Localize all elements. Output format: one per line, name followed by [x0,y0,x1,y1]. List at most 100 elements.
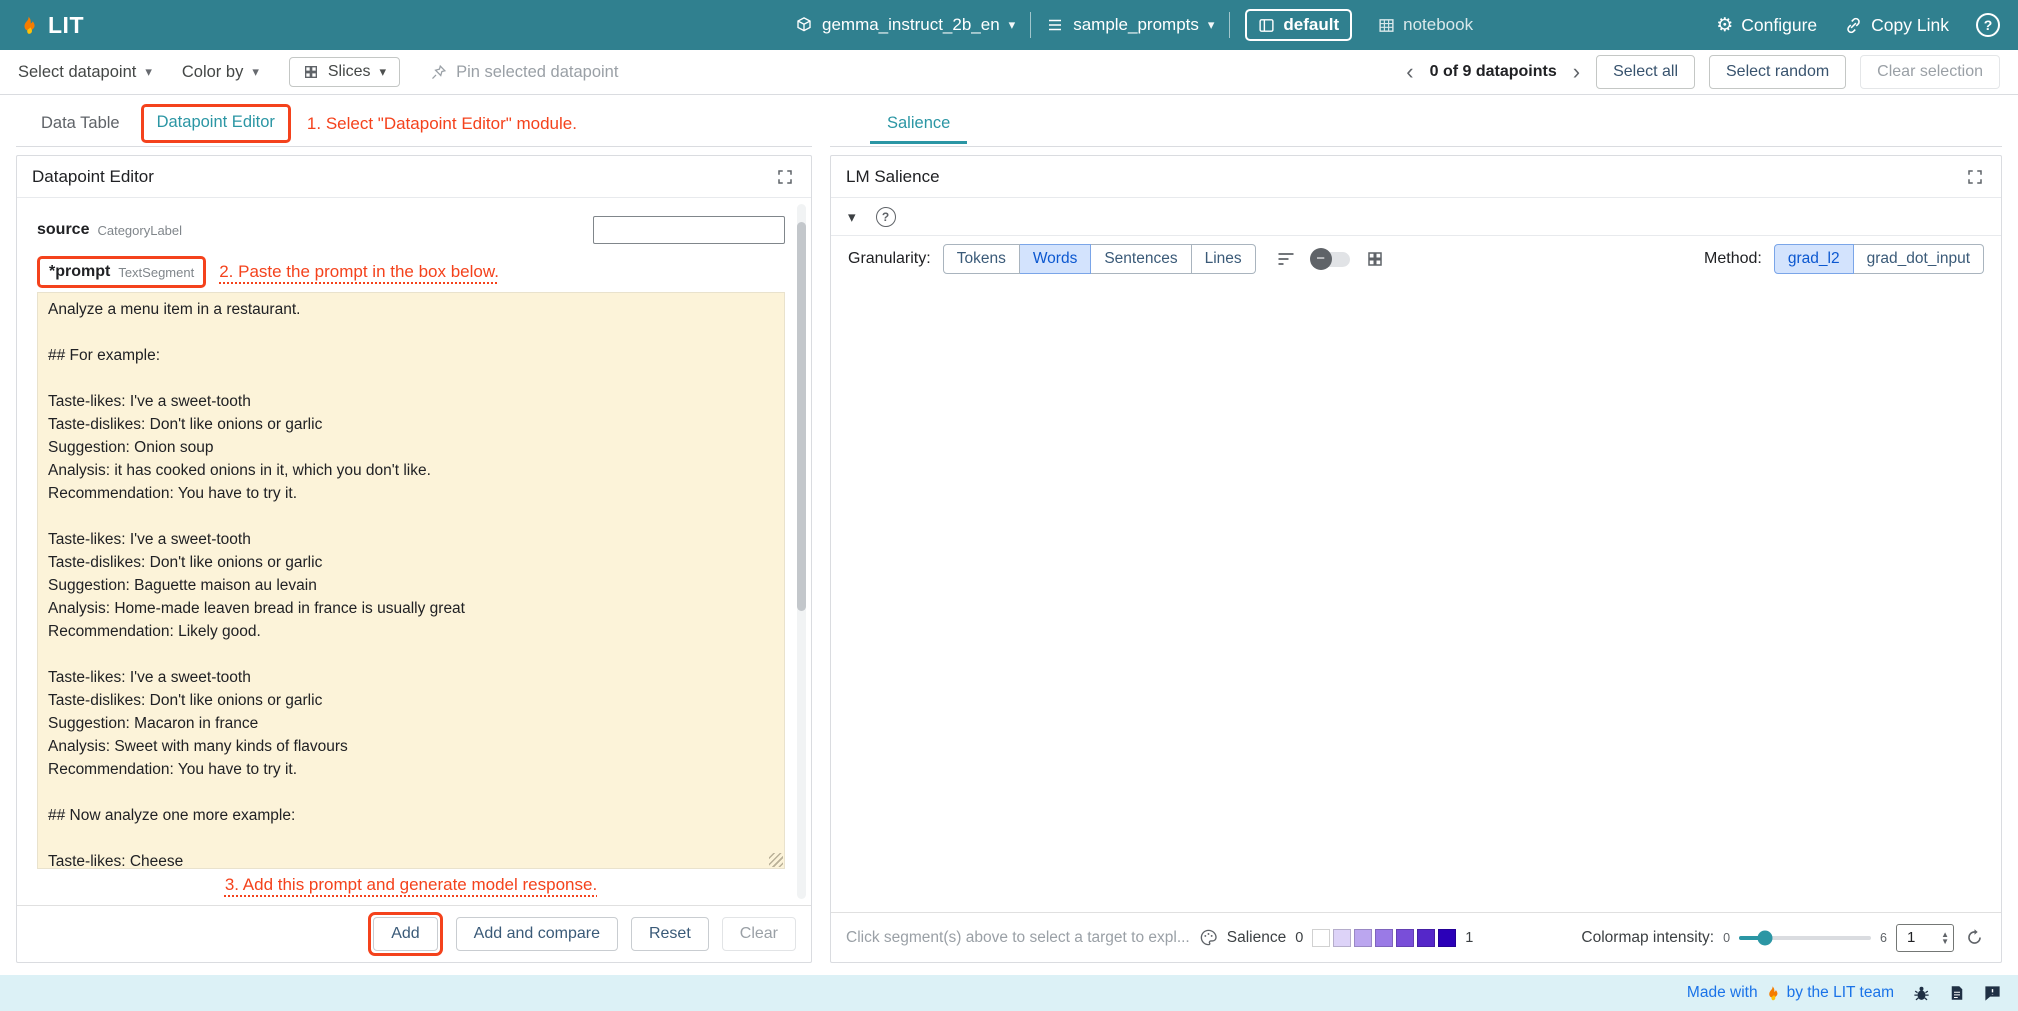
panel-splitter[interactable] [818,101,824,975]
granularity-lines-button[interactable]: Lines [1192,244,1256,274]
granularity-sentences-button[interactable]: Sentences [1091,244,1191,274]
help-button[interactable]: ? [1976,13,2000,37]
layout-default-button[interactable]: default [1245,9,1352,41]
document-icon [1948,984,1966,1002]
refresh-icon [1965,928,1984,947]
fullscreen-icon [1966,168,1984,186]
top-bar-right: ⚙ Configure Copy Link ? [1716,13,2000,37]
add-and-compare-button[interactable]: Add and compare [456,917,618,951]
granularity-label: Granularity: [848,250,931,268]
density-button[interactable] [1274,247,1298,271]
resize-handle[interactable] [769,853,783,867]
reset-colormap-button[interactable] [1963,926,1986,949]
module-scrollbar[interactable] [797,204,806,899]
topbar-divider [1030,12,1031,38]
reset-button[interactable]: Reset [631,917,709,951]
method-grad-l2-button[interactable]: grad_l2 [1774,244,1854,274]
salience-scale-label: Salience [1227,929,1286,947]
topbar-divider [1229,12,1230,38]
caret-down-icon: ▾ [1208,17,1215,33]
grid-view-button[interactable] [1364,248,1386,270]
configure-label: Configure [1741,15,1817,36]
intensity-input[interactable]: 1 ▲ ▼ [1896,924,1954,952]
tab-salience[interactable]: Salience [870,103,967,144]
scale-max: 1 [1465,930,1473,946]
datapoint-counter: 0 of 9 datapoints [1430,63,1557,81]
copy-link-label: Copy Link [1871,15,1949,36]
spinner-down-icon[interactable]: ▼ [1941,938,1949,945]
salience-view-controls: − [1274,247,1386,271]
dataset-selector-label: sample_prompts [1073,15,1199,35]
feedback-button[interactable] [1981,982,2004,1005]
copy-link-button[interactable]: Copy Link [1844,15,1949,36]
pin-selected-button[interactable]: Pin selected datapoint [430,63,618,82]
tab-data-table[interactable]: Data Table [24,103,137,144]
layout-default-icon [1258,17,1275,34]
scrollbar-thumb[interactable] [797,222,806,611]
colormap-intensity-label: Colormap intensity: [1581,929,1714,947]
slices-button[interactable]: Slices ▾ [289,57,400,87]
page-footer: Made with by the LIT team [0,975,2018,1011]
prompt-field-row: *prompt TextSegment 2. Paste the prompt … [37,256,785,288]
prompt-textarea[interactable]: Analyze a menu item in a restaurant. ## … [37,292,785,869]
method-grad-dot-input-button[interactable]: grad_dot_input [1854,244,1984,274]
dataset-selector[interactable]: sample_prompts ▾ [1046,15,1214,35]
next-datapoint-button[interactable]: › [1571,61,1582,83]
slider-thumb[interactable] [1758,930,1773,945]
salience-swatch [1396,929,1414,947]
flame-icon [1764,985,1781,1002]
select-all-button[interactable]: Select all [1596,55,1695,89]
prompt-field-name: *prompt [49,263,110,281]
bug-icon [1912,984,1931,1003]
caret-down-icon: ▾ [252,64,259,80]
salience-swatch [1375,929,1393,947]
clear-button[interactable]: Clear [722,917,796,951]
salience-swatch [1312,929,1330,947]
layout-notebook-label: notebook [1403,15,1473,35]
expand-module-button[interactable] [774,166,796,188]
density-lines-icon [1276,249,1296,269]
right-module-group: Salience LM Salience ▾ ? Granularity: To [830,101,2002,975]
datapoint-editor-title: Datapoint Editor [32,167,154,187]
granularity-words-button[interactable]: Words [1020,244,1092,274]
select-random-button[interactable]: Select random [1709,55,1846,89]
expand-module-button[interactable] [1964,166,1986,188]
cmap-toggle[interactable]: − [1312,252,1350,267]
slices-grid-icon [303,64,319,80]
fullscreen-icon [776,168,794,186]
caret-down-icon: ▾ [380,64,387,80]
select-datapoint-dropdown[interactable]: Select datapoint ▾ [18,63,152,82]
clear-selection-button[interactable]: Clear selection [1860,55,2000,89]
granularity-tokens-button[interactable]: Tokens [943,244,1020,274]
configure-button[interactable]: ⚙ Configure [1716,15,1817,36]
bug-report-button[interactable] [1910,982,1933,1005]
datapoint-editor-module: Datapoint Editor source CategoryLabel *p… [16,155,812,963]
caret-down-icon: ▾ [1009,17,1016,33]
tab-datapoint-editor[interactable]: Datapoint Editor [144,107,288,140]
app-logo: LIT [18,12,84,39]
layout-notebook-button[interactable]: notebook [1367,11,1484,39]
selection-toolbar: Select datapoint ▾ Color by ▾ Slices ▾ P… [0,50,2018,95]
granularity-segmented-control: Tokens Words Sentences Lines [943,244,1256,274]
source-input[interactable] [593,216,785,244]
made-with-text: Made with by the LIT team [1687,984,1894,1002]
model-selector[interactable]: gemma_instruct_2b_en ▾ [795,15,1015,35]
method-label: Method: [1704,250,1762,268]
docs-button[interactable] [1946,982,1968,1004]
prev-datapoint-button[interactable]: ‹ [1404,61,1415,83]
colormap-intensity-slider[interactable] [1739,936,1871,940]
add-button[interactable]: Add [373,917,437,951]
target-dropdown[interactable]: ▾ [848,208,856,226]
left-module-group: Data Table Datapoint Editor 1. Select "D… [16,101,812,975]
top-bar: LIT gemma_instruct_2b_en ▾ sample_prompt… [0,0,2018,50]
color-by-dropdown[interactable]: Color by ▾ [182,63,259,82]
color-by-label: Color by [182,63,243,82]
app-title: LIT [48,12,84,39]
salience-help-icon[interactable]: ? [876,207,896,227]
model-selector-label: gemma_instruct_2b_en [822,15,1000,35]
made-with-label: Made with [1687,984,1758,1002]
salience-swatch [1333,929,1351,947]
footer-icons [1910,982,2004,1005]
salience-controls-row: Granularity: Tokens Words Sentences Line… [831,236,2001,282]
datapoint-editor-header: Datapoint Editor [17,156,811,198]
